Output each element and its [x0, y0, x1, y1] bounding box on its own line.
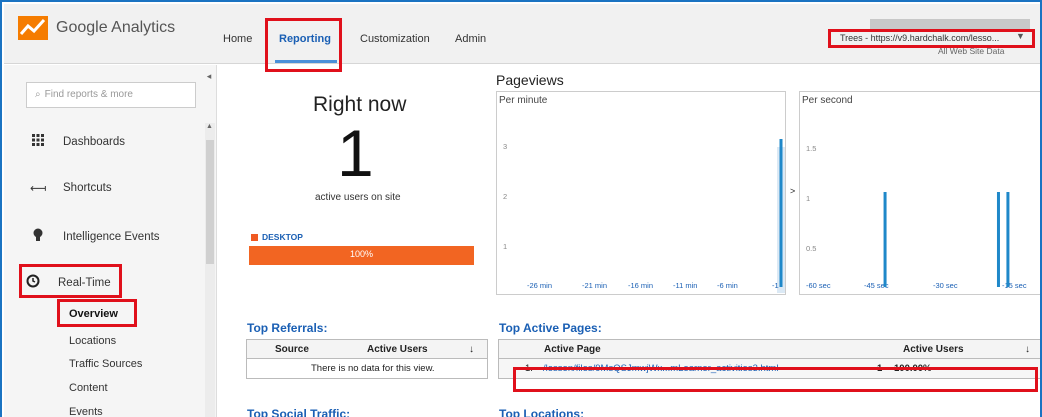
right-now-title: Right now — [313, 93, 407, 116]
x-tick-label: -1 — [772, 281, 779, 290]
nav-customization[interactable]: Customization — [360, 33, 430, 45]
per-minute-plot: 3 2 1 -26 min -21 min -16 min -11 min -6 min -1 — [503, 139, 785, 293]
per-second-plot: 1.510.5-60 sec -45 sec -30 sec -15 sec — [806, 144, 1027, 290]
chart-bar — [883, 192, 887, 287]
chevron-right-icon[interactable]: > — [790, 186, 795, 196]
x-tick-label: -30 sec — [933, 281, 958, 290]
sidebar-item-shortcuts[interactable]: ⟻ Shortcuts — [30, 181, 112, 195]
device-bar: 100% — [249, 246, 474, 265]
top-locations-title: Top Locations: — [499, 407, 585, 417]
sidebar-item-label: Intelligence Events — [63, 230, 160, 243]
per-second-chart: Per second 1.5 1 0.5 -60 sec -45 sec -30 sec -… — [799, 91, 1040, 295]
chart-bar — [779, 139, 783, 287]
col-active-users[interactable]: Active Users — [903, 344, 964, 355]
referrals-empty-row: There is no data for this view. — [246, 359, 488, 379]
sidebar-subitem-overview[interactable]: Overview — [69, 308, 118, 320]
lightbulb-icon — [30, 228, 46, 245]
chart-bar — [996, 192, 1000, 287]
sidebar-item-label: Shortcuts — [63, 182, 112, 194]
sidebar-item-intelligence-events[interactable]: Intelligence Events — [30, 228, 160, 245]
dropdown-caret-icon[interactable]: ▼ — [1016, 31, 1025, 41]
top-social-traffic-title: Top Social Traffic: — [247, 407, 351, 417]
search-input[interactable]: ⌕ Find reports & more — [26, 82, 196, 108]
nav-home[interactable]: Home — [223, 33, 252, 45]
referrals-table-header: Source Active Users ↓ — [246, 339, 488, 359]
row-index: 1. — [525, 363, 533, 374]
x-tick-label: -26 min — [527, 281, 552, 290]
top-referrals-title: Top Referrals: — [247, 321, 328, 335]
account-email-redacted — [870, 19, 1030, 31]
sort-arrow-icon[interactable]: ↓ — [1025, 344, 1030, 355]
col-active-users[interactable]: Active Users — [367, 344, 428, 355]
clock-icon — [25, 274, 41, 291]
row-percent: 100.00% — [894, 363, 932, 374]
chart-bar — [1006, 192, 1010, 287]
collapse-sidebar-icon[interactable]: ◂ — [202, 65, 216, 87]
shortcut-arrow-icon: ⟻ — [30, 183, 47, 195]
ga-logo[interactable]: Google Analytics — [18, 16, 175, 40]
sidebar-item-label: Real-Time — [58, 276, 111, 289]
search-placeholder: Find reports & more — [44, 89, 133, 100]
x-tick-label: -16 min — [628, 281, 653, 290]
nav-reporting[interactable]: Reporting — [279, 33, 331, 45]
active-page-link[interactable]: /lesson/files/9MsQSJmwjWx...mLearner_act… — [543, 363, 778, 374]
x-tick-label: -15 sec — [1002, 281, 1027, 290]
sidebar-subitem-locations[interactable]: Locations — [69, 335, 116, 347]
x-tick-label: -60 sec — [806, 281, 831, 290]
grid-icon — [30, 134, 46, 149]
x-tick-label: -11 min — [673, 281, 697, 290]
sidebar-subitem-content[interactable]: Content — [69, 382, 108, 394]
device-bar-fill: 100% — [249, 246, 474, 265]
y-tick-label: 1 — [806, 194, 810, 203]
account-view: All Web Site Data — [938, 46, 1005, 56]
sidebar-item-realtime[interactable]: Real-Time — [25, 274, 111, 291]
sidebar-scroll-thumb[interactable] — [206, 140, 214, 264]
y-tick-label: 0.5 — [806, 244, 816, 253]
active-tab-indicator — [275, 60, 337, 63]
col-source[interactable]: Source — [275, 344, 309, 355]
nav-admin[interactable]: Admin — [455, 33, 486, 45]
x-tick-label: -6 min — [717, 281, 738, 290]
sidebar-subitem-events[interactable]: Events — [69, 406, 103, 417]
account-selector[interactable]: Trees - https://v9.hardchalk.com/lesso..… — [840, 33, 999, 43]
top-active-pages-title: Top Active Pages: — [499, 321, 602, 335]
empty-message: There is no data for this view. — [311, 363, 435, 374]
active-users-count: 1 — [337, 116, 374, 190]
active-users-caption: active users on site — [315, 192, 401, 203]
active-pages-table-header: Active Page Active Users ↓ — [498, 339, 1040, 359]
sidebar-item-label: Dashboards — [63, 135, 126, 148]
pageviews-title: Pageviews — [496, 72, 564, 88]
sort-arrow-icon[interactable]: ↓ — [469, 344, 474, 355]
y-tick-label: 1 — [503, 242, 507, 251]
device-label: DESKTOP — [262, 232, 303, 242]
row-users: 1 — [877, 363, 883, 374]
app-title: Google Analytics — [56, 19, 176, 36]
scroll-up-icon[interactable]: ▲ — [206, 123, 213, 130]
y-tick-label: 2 — [503, 192, 507, 201]
device-legend: DESKTOP — [251, 232, 303, 242]
window-frame: Google Analytics Home Reporting Customiz… — [0, 0, 1042, 417]
desktop-swatch-icon — [251, 233, 258, 241]
table-row[interactable]: 1. /lesson/files/9MsQSJmwjWx...mLearner_… — [498, 359, 1040, 379]
col-active-page[interactable]: Active Page — [544, 344, 601, 355]
search-icon: ⌕ — [35, 89, 41, 100]
x-tick-label: -21 min — [582, 281, 607, 290]
per-minute-chart: Per minute 3 2 1 -26 min -21 min -16 min -11 m… — [496, 91, 786, 295]
sidebar-item-dashboards[interactable]: Dashboards — [30, 134, 125, 149]
sidebar-subitem-traffic-sources[interactable]: Traffic Sources — [69, 358, 142, 370]
y-tick-label: 1.5 — [806, 144, 816, 153]
analytics-logo-icon — [18, 16, 48, 40]
y-tick-label: 3 — [503, 142, 507, 151]
